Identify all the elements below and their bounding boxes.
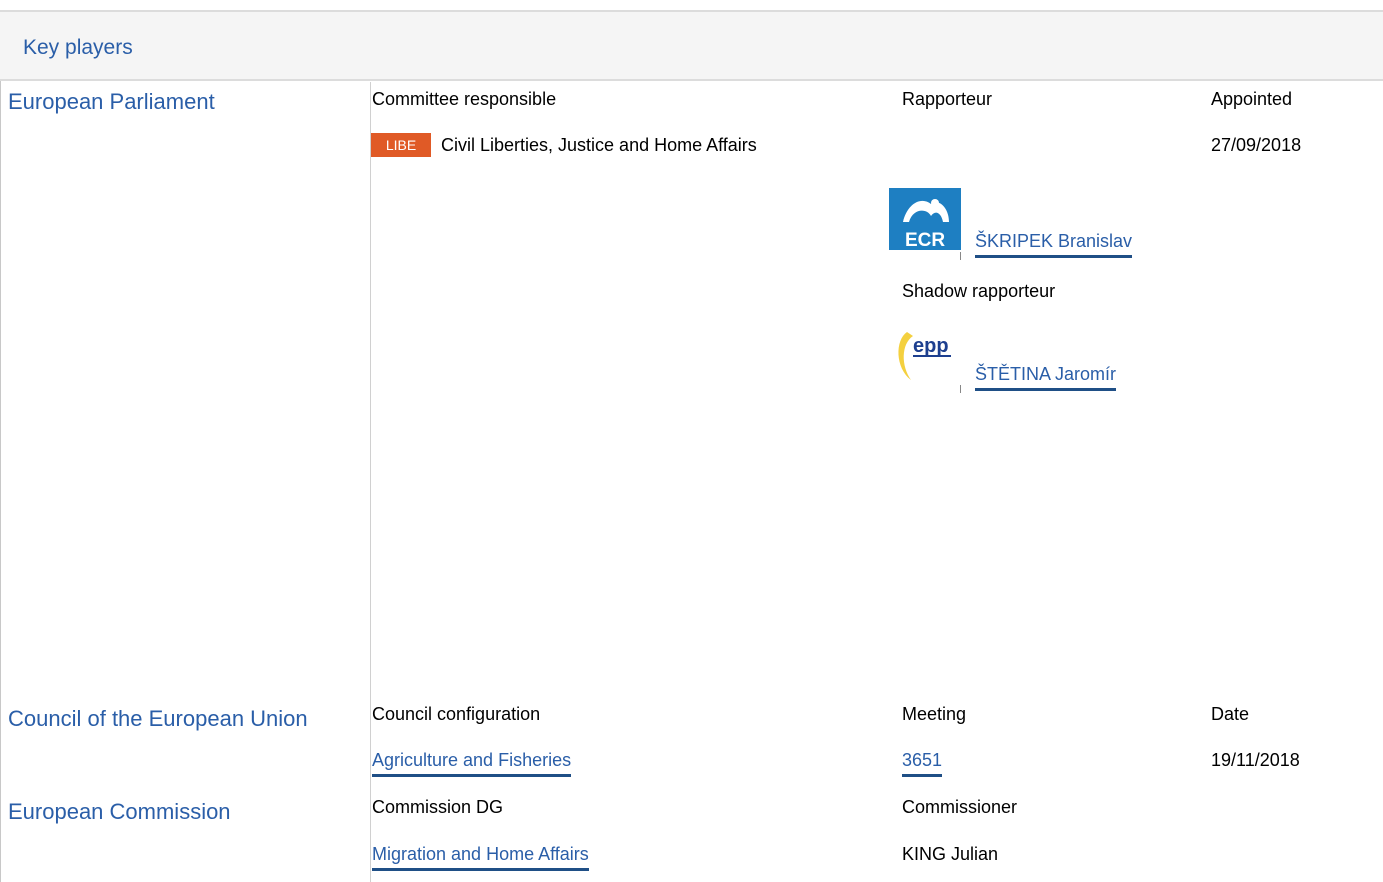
ecr-logo-text: ECR — [905, 230, 945, 251]
epp-group-logo: epp — [889, 322, 961, 394]
council-configuration-link[interactable]: Agriculture and Fisheries — [372, 750, 572, 777]
shadow-rapporteur-label: Shadow rapporteur — [902, 281, 1056, 301]
meeting-link[interactable]: 3651 — [902, 750, 943, 777]
column-divider — [370, 82, 371, 882]
date-header: Date — [1211, 704, 1250, 724]
shadow-rapporteur-link[interactable]: ŠTĚTINA Jaromír — [975, 364, 1117, 391]
logo-tick — [960, 385, 961, 393]
rapporteur-header: Rapporteur — [902, 89, 993, 109]
org-european-commission: European Commission — [8, 799, 231, 824]
commission-dg-link[interactable]: Migration and Home Affairs — [372, 844, 589, 871]
meeting-header: Meeting — [902, 704, 967, 724]
commissioner-name: KING Julian — [902, 844, 999, 864]
section-header: Key players — [0, 10, 1383, 81]
appointed-date: 27/09/2018 — [1211, 135, 1302, 155]
commission-dg-header: Commission DG — [372, 797, 504, 817]
epp-logo-text: epp — [913, 335, 949, 357]
rapporteur-link[interactable]: ŠKRIPEK Branislav — [975, 231, 1133, 258]
committee-responsible-header: Committee responsible — [372, 89, 557, 109]
committee-badge: LIBE — [371, 133, 431, 157]
org-council: Council of the European Union — [8, 706, 308, 731]
appointed-header: Appointed — [1211, 89, 1293, 109]
commissioner-header: Commissioner — [902, 797, 1018, 817]
org-european-parliament: European Parliament — [8, 89, 215, 114]
section-title: Key players — [23, 36, 133, 59]
meeting-date: 19/11/2018 — [1211, 750, 1300, 770]
logo-tick — [960, 252, 961, 260]
committee-name: Civil Liberties, Justice and Home Affair… — [441, 135, 757, 155]
ecr-group-logo: ECR — [889, 188, 961, 260]
council-configuration-header: Council configuration — [372, 704, 541, 724]
